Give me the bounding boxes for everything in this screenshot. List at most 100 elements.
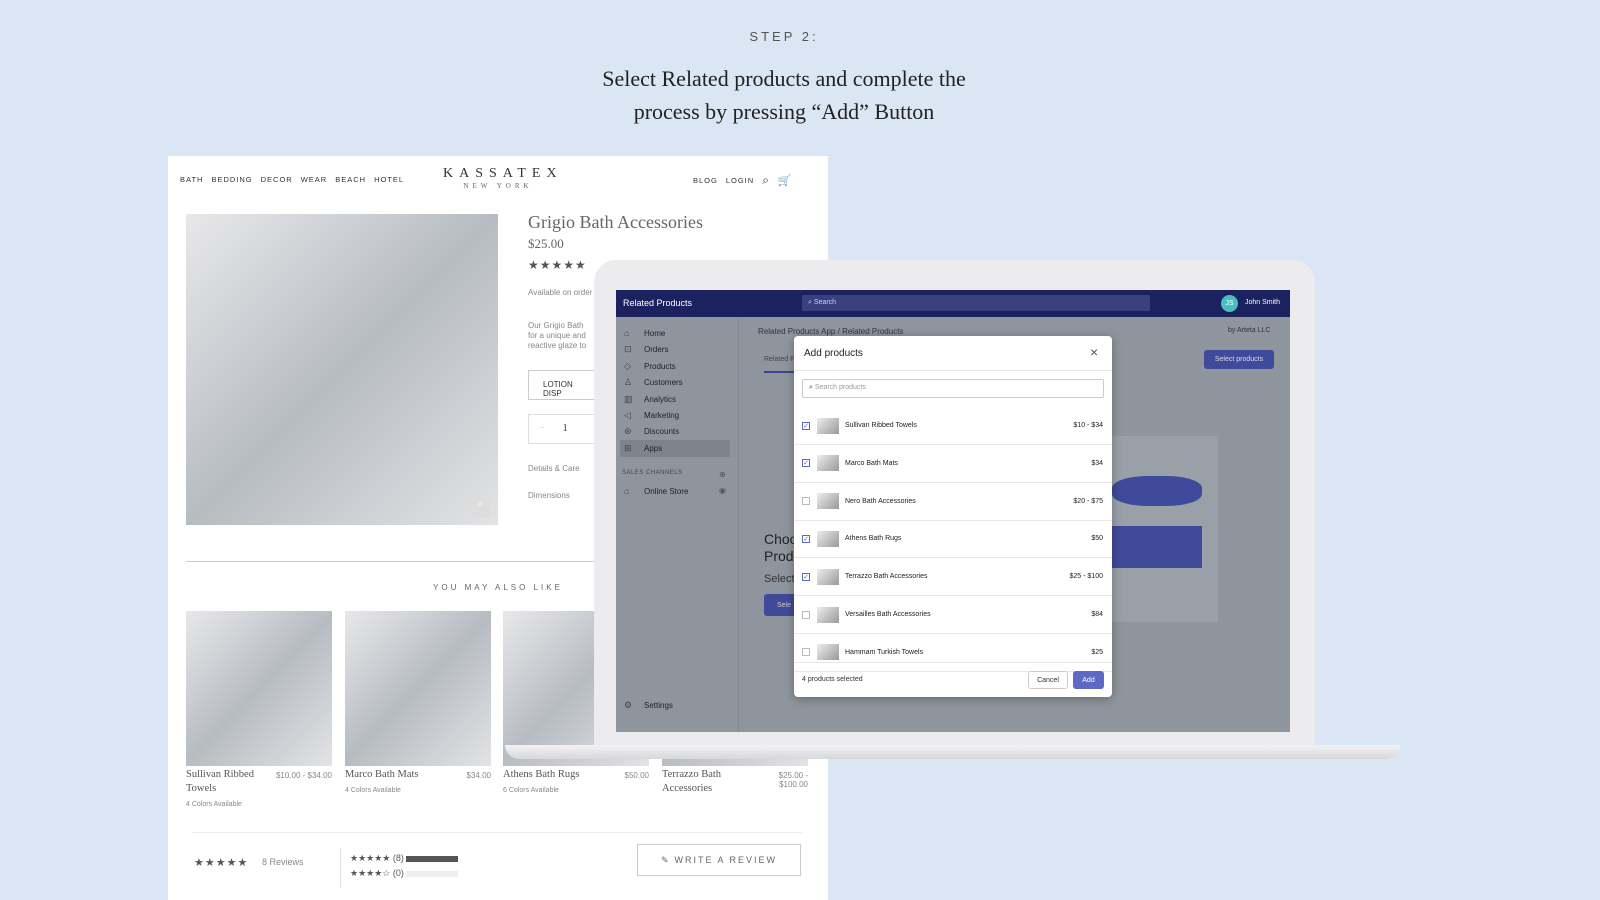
product-row[interactable]: Versailles Bath Accessories $84 bbox=[794, 596, 1112, 634]
product-row[interactable]: ✓ Terrazzo Bath Accessories $25 - $100 bbox=[794, 558, 1112, 597]
nav-hotel[interactable]: HOTEL bbox=[374, 175, 404, 184]
store-logo[interactable]: KASSATEX NEW YORK bbox=[443, 166, 557, 190]
qty-minus[interactable]: − bbox=[539, 423, 545, 434]
store-nav: BATH BEDDING DECOR WEAR BEACH HOTEL bbox=[180, 175, 412, 184]
sidebar-item-online-store[interactable]: ⌂ Online Store bbox=[624, 486, 688, 496]
cart-icon[interactable]: 🛒 bbox=[778, 174, 793, 187]
row-price: $20 - $75 bbox=[1073, 497, 1103, 505]
nav-decor[interactable]: DECOR bbox=[261, 175, 293, 184]
reviews-stars: ★★★★★ bbox=[194, 857, 249, 869]
product-card-name[interactable]: Terrazzo Bath Accessories bbox=[662, 768, 748, 796]
headline: Select Related products and complete the… bbox=[602, 66, 966, 124]
selected-count: 4 products selected bbox=[802, 676, 863, 683]
customers-icon: ♙ bbox=[624, 377, 633, 388]
divider bbox=[794, 370, 1112, 371]
search-products-input[interactable]: ⌕ Search products bbox=[802, 379, 1104, 398]
product-card-colors: 4 Colors Available bbox=[186, 801, 242, 808]
product-card-name[interactable]: Athens Bath Rugs bbox=[503, 768, 589, 782]
product-row[interactable]: Hammam Turkish Towels $25 bbox=[794, 634, 1112, 672]
product-price: $25.00 bbox=[528, 236, 564, 251]
product-thumbnail bbox=[817, 493, 839, 510]
sidebar-item-marketing[interactable]: ◁ Marketing bbox=[624, 410, 679, 421]
row-price: $25 - $100 bbox=[1069, 573, 1103, 581]
eye-icon[interactable]: ◉ bbox=[719, 486, 726, 495]
accordion-dimensions[interactable]: Dimensions bbox=[528, 491, 570, 500]
product-card-name[interactable]: Sullivan Ribbed Towels bbox=[186, 768, 272, 796]
row-name: Nero Bath Accessories bbox=[845, 497, 916, 505]
row-name: Terrazzo Bath Accessories bbox=[845, 573, 928, 581]
store-icon: ⌂ bbox=[624, 486, 630, 496]
sidebar-item-apps[interactable]: ⊞ Apps bbox=[620, 439, 730, 457]
marketing-icon: ◁ bbox=[624, 410, 631, 420]
product-thumbnail bbox=[817, 644, 839, 661]
tab-related[interactable]: Related P bbox=[764, 356, 795, 373]
add-channel-icon[interactable]: ⊕ bbox=[719, 470, 726, 479]
row-checkbox[interactable]: ✓ bbox=[802, 421, 810, 430]
product-card-image[interactable] bbox=[186, 611, 332, 766]
sidebar-item-customers[interactable]: ♙ Customers bbox=[624, 377, 683, 388]
select-products-button[interactable]: Select products bbox=[1204, 350, 1274, 369]
product-card[interactable]: Marco Bath Mats $34.00 4 Colors Availabl… bbox=[345, 611, 491, 794]
product-thumbnail bbox=[817, 417, 839, 434]
row-checkbox[interactable] bbox=[802, 497, 810, 506]
nav-login[interactable]: LOGIN bbox=[726, 176, 754, 185]
cancel-button[interactable]: Cancel bbox=[1028, 671, 1068, 689]
modal-title: Add products bbox=[804, 348, 863, 359]
divider bbox=[192, 832, 802, 833]
apps-icon: ⊞ bbox=[624, 442, 632, 453]
product-card-price: $25.00 - $100.00 bbox=[778, 771, 808, 789]
sidebar-item-discounts[interactable]: ⊛ Discounts bbox=[624, 426, 679, 437]
row-name: Sullivan Ribbed Towels bbox=[845, 422, 917, 429]
write-review-button[interactable]: ✎ WRITE A REVIEW bbox=[637, 844, 801, 876]
reviews-count[interactable]: 8 Reviews bbox=[262, 857, 304, 867]
divider bbox=[794, 662, 1112, 663]
product-card-name[interactable]: Marco Bath Mats bbox=[345, 768, 431, 782]
row-checkbox[interactable] bbox=[802, 610, 810, 619]
nav-blog[interactable]: BLOG bbox=[693, 176, 718, 185]
search-icon[interactable]: ⌕ bbox=[762, 173, 770, 188]
app-title: Related Products bbox=[623, 298, 693, 308]
zoom-icon[interactable]: ⌕ bbox=[470, 498, 490, 518]
row-checkbox[interactable]: ✓ bbox=[802, 534, 810, 543]
row-checkbox[interactable]: ✓ bbox=[802, 459, 810, 468]
product-row[interactable]: ✓ Athens Bath Rugs $50 bbox=[794, 520, 1112, 559]
illustration bbox=[1112, 436, 1218, 622]
sidebar-item-settings[interactable]: ⚙ Settings bbox=[624, 700, 673, 711]
product-card-colors: 4 Colors Available bbox=[345, 787, 401, 794]
product-rating: ★★★★★ bbox=[528, 258, 587, 272]
breadcrumb: Related Products App / Related Products bbox=[758, 327, 904, 336]
user-name[interactable]: John Smith bbox=[1245, 299, 1280, 306]
row-checkbox[interactable]: ✓ bbox=[802, 572, 810, 581]
row-checkbox[interactable] bbox=[802, 648, 810, 657]
accordion-details[interactable]: Details & Care bbox=[528, 464, 580, 473]
row-price: $10 - $34 bbox=[1073, 422, 1103, 429]
sidebar-item-analytics[interactable]: ▥ Analytics bbox=[624, 394, 676, 405]
app-search-input[interactable]: ⌕ Search bbox=[802, 295, 1150, 311]
home-icon: ⌂ bbox=[624, 328, 630, 338]
sidebar-item-home[interactable]: ⌂ Home bbox=[624, 328, 665, 338]
rating-breakdown: ★★★★★ (8) ★★★★☆ (0) bbox=[350, 851, 459, 881]
divider bbox=[340, 848, 341, 888]
sidebar-item-orders[interactable]: ⊡ Orders bbox=[624, 344, 668, 355]
nav-bath[interactable]: BATH bbox=[180, 175, 203, 184]
admin-app: Related Products ⌕ Search JS John Smith … bbox=[616, 290, 1290, 732]
rating-bar bbox=[406, 870, 459, 877]
product-image[interactable] bbox=[186, 214, 498, 525]
row-name: Athens Bath Rugs bbox=[845, 535, 902, 543]
close-icon[interactable]: × bbox=[1090, 344, 1098, 360]
discounts-icon: ⊛ bbox=[624, 426, 632, 437]
product-row[interactable]: ✓ Sullivan Ribbed Towels $10 - $34 bbox=[794, 407, 1112, 445]
product-row[interactable]: ✓ Marco Bath Mats $34 bbox=[794, 445, 1112, 483]
sidebar-item-products[interactable]: ◇ Products bbox=[624, 361, 676, 372]
add-button[interactable]: Add bbox=[1073, 671, 1104, 689]
product-card-image[interactable] bbox=[345, 611, 491, 766]
row-price: $84 bbox=[1091, 611, 1103, 618]
row-name: Hammam Turkish Towels bbox=[845, 648, 924, 656]
app-header: Related Products ⌕ Search JS John Smith bbox=[616, 290, 1290, 317]
nav-beach[interactable]: BEACH bbox=[335, 175, 366, 184]
product-row[interactable]: Nero Bath Accessories $20 - $75 bbox=[794, 483, 1112, 521]
avatar[interactable]: JS bbox=[1221, 295, 1238, 312]
nav-wear[interactable]: WEAR bbox=[301, 175, 328, 184]
nav-bedding[interactable]: BEDDING bbox=[211, 175, 252, 184]
product-card[interactable]: Sullivan Ribbed Towels $10.00 - $34.00 4… bbox=[186, 611, 332, 808]
